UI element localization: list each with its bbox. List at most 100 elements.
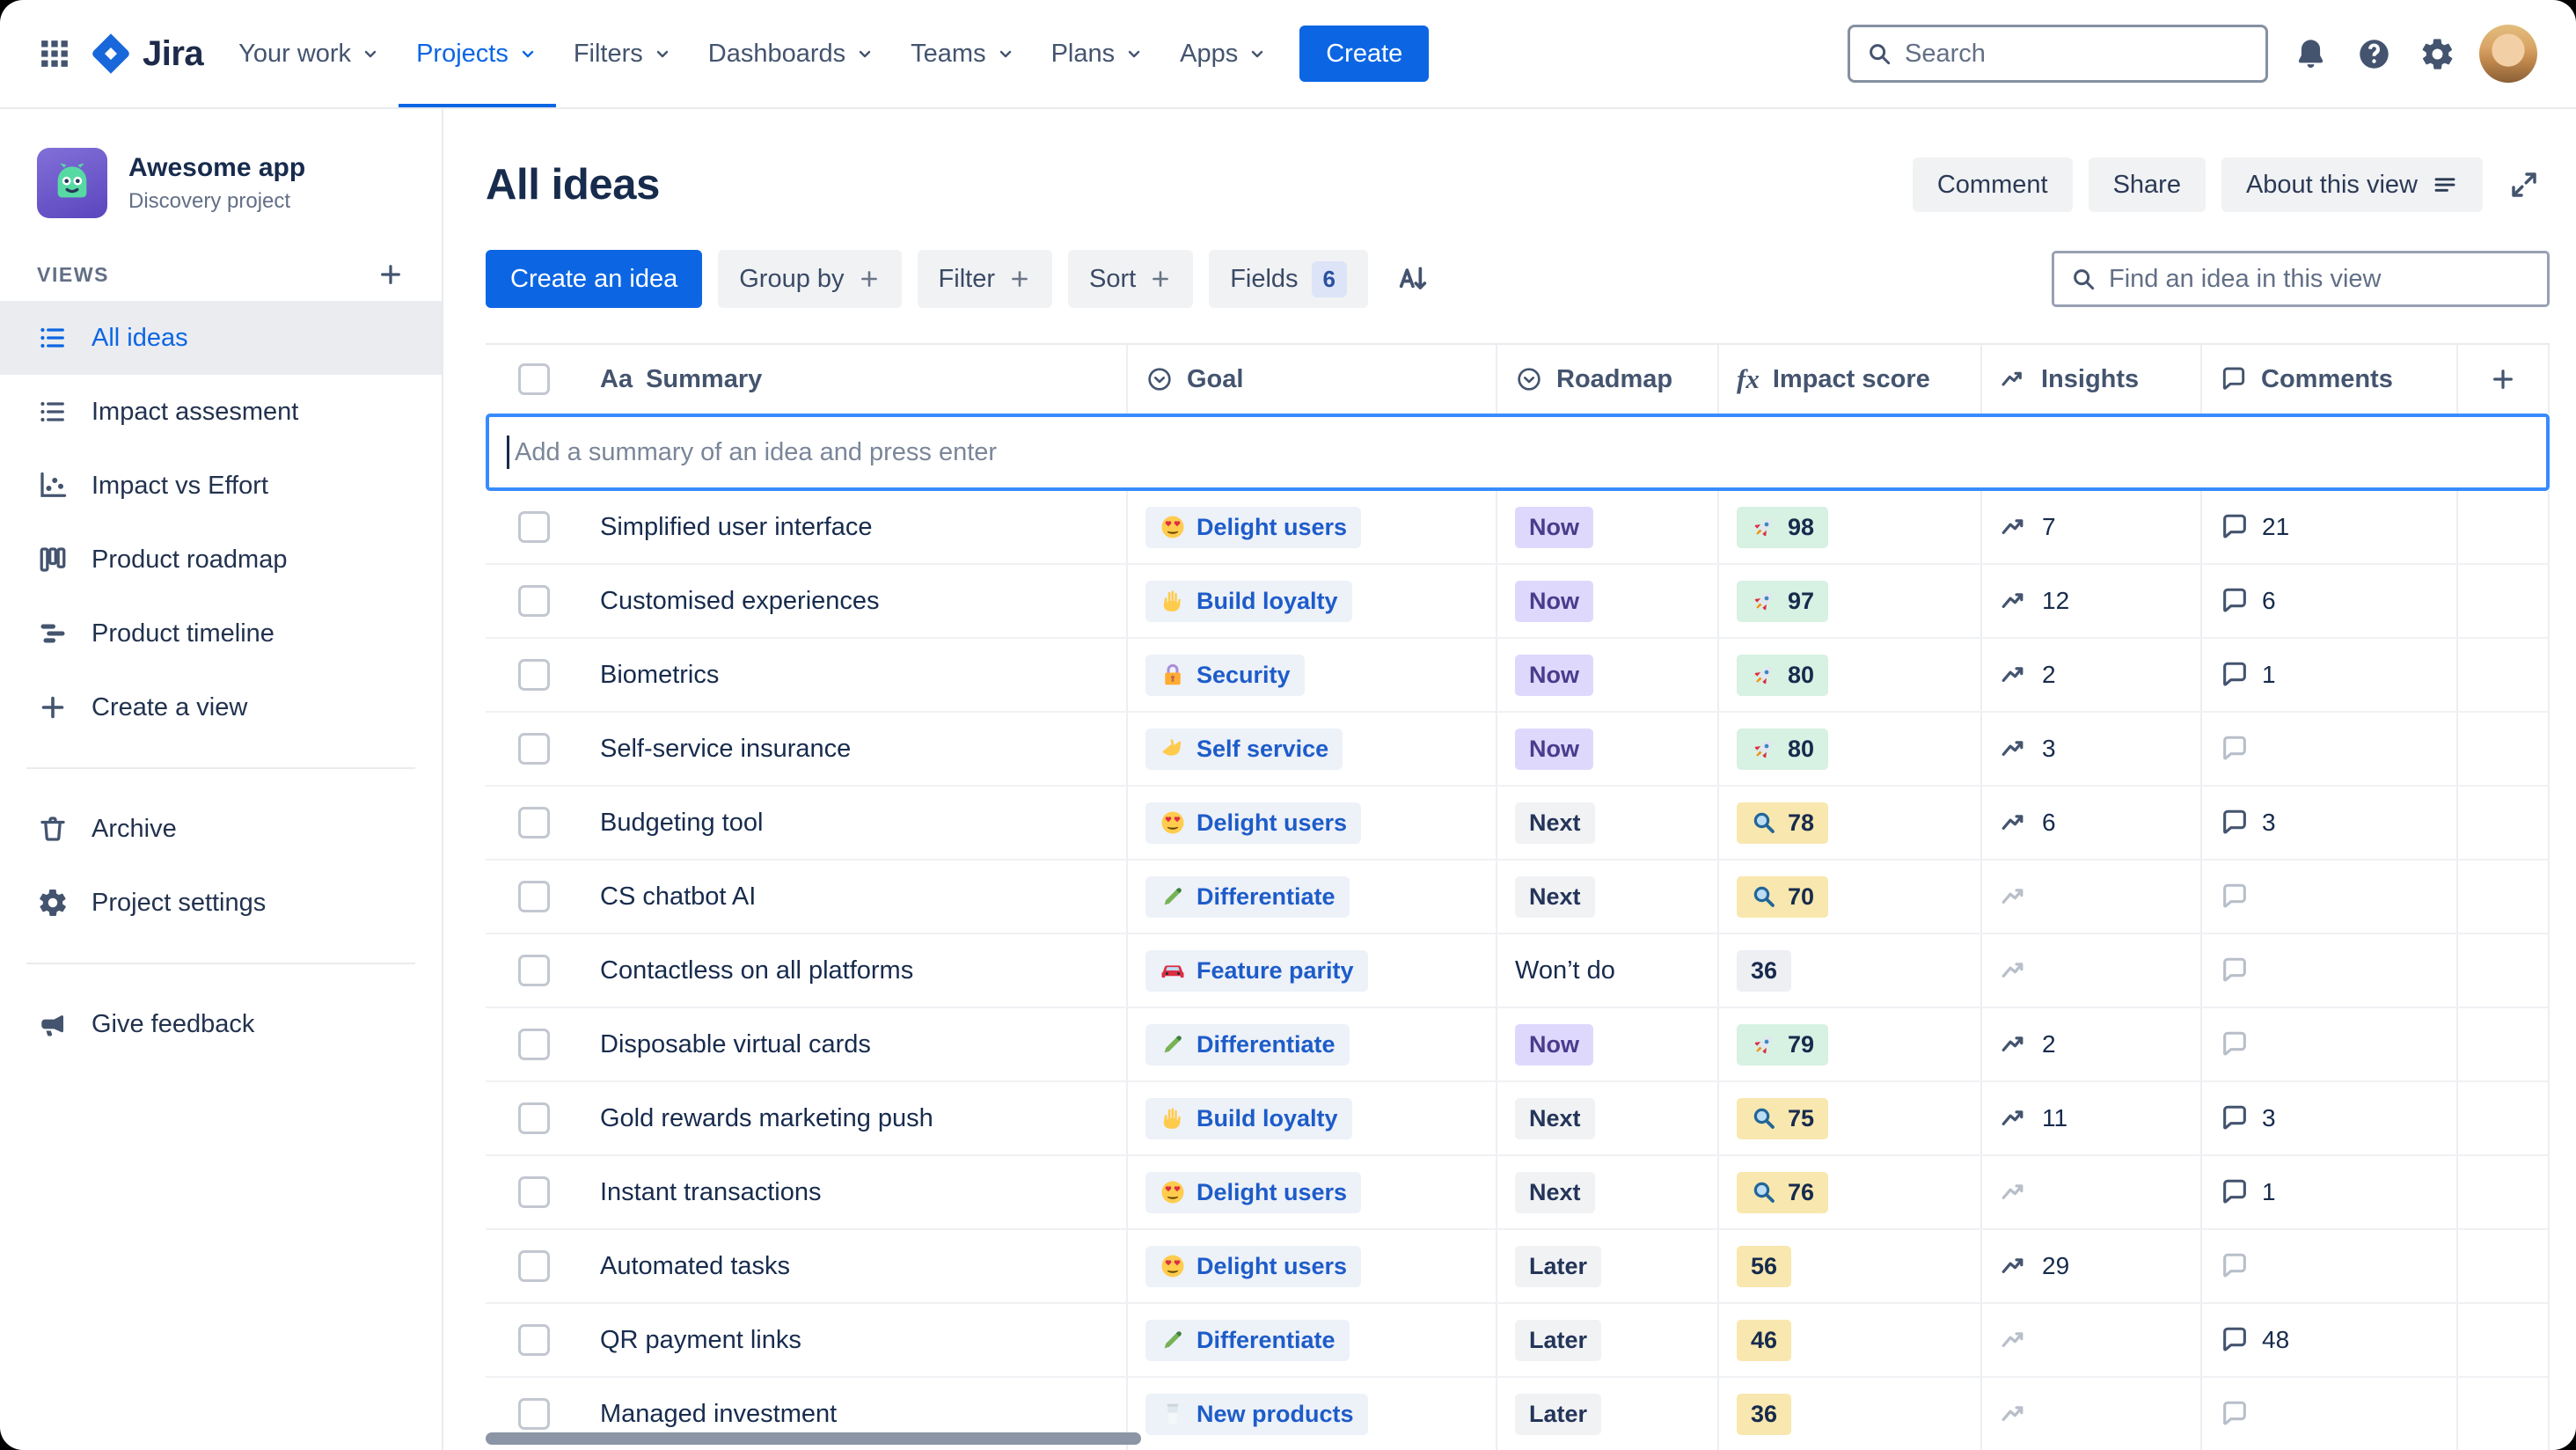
find-idea-search[interactable] [2052, 251, 2550, 307]
impact-score-badge[interactable]: 79 [1737, 1023, 1829, 1066]
column-header-summary[interactable]: Aa Summary [582, 345, 1126, 414]
table-row[interactable]: Automated tasks Delight users Later 56 2… [486, 1230, 2550, 1304]
idea-summary[interactable]: Disposable virtual cards [600, 1030, 871, 1059]
roadmap-badge[interactable]: Next [1515, 1171, 1595, 1213]
goal-badge[interactable]: Feature parity [1145, 949, 1368, 992]
roadmap-badge[interactable]: Now [1515, 728, 1593, 770]
impact-score-badge[interactable]: 80 [1737, 728, 1829, 770]
roadmap-badge[interactable]: Later [1515, 1393, 1602, 1435]
insights-cell[interactable]: 3 [1980, 713, 2200, 785]
app-switcher-button[interactable] [26, 26, 83, 82]
idea-summary[interactable]: Self-service insurance [600, 735, 851, 764]
filter-button[interactable]: Filter [917, 250, 1052, 308]
nav-apps[interactable]: Apps [1162, 0, 1285, 107]
row-checkbox[interactable] [518, 585, 550, 617]
settings-button[interactable] [2416, 33, 2458, 75]
idea-summary[interactable]: QR payment links [600, 1326, 801, 1355]
comments-cell[interactable]: 21 [2200, 491, 2456, 563]
insights-cell[interactable] [1980, 1156, 2200, 1228]
impact-score-badge[interactable]: 56 [1737, 1245, 1792, 1287]
impact-score-badge[interactable]: 76 [1737, 1171, 1829, 1213]
column-header-insights[interactable]: Insights [1980, 345, 2200, 414]
add-idea-input[interactable]: Add a summary of an idea and press enter [486, 414, 2550, 491]
goal-badge[interactable]: Delight users [1145, 802, 1362, 844]
goal-badge[interactable]: Build loyalty [1145, 580, 1352, 622]
impact-score-badge[interactable]: 36 [1737, 1393, 1792, 1435]
idea-summary[interactable]: Automated tasks [600, 1252, 790, 1281]
goal-badge[interactable]: Self service [1145, 728, 1343, 770]
insights-cell[interactable]: 7 [1980, 491, 2200, 563]
impact-score-badge[interactable]: 46 [1737, 1319, 1792, 1361]
sort-button[interactable]: Sort [1068, 250, 1194, 308]
comments-cell[interactable] [2200, 1230, 2456, 1302]
row-checkbox[interactable] [518, 881, 550, 912]
row-checkbox[interactable] [518, 1324, 550, 1356]
idea-summary[interactable]: Customised experiences [600, 587, 880, 616]
row-checkbox[interactable] [518, 1250, 550, 1282]
insights-cell[interactable]: 2 [1980, 639, 2200, 711]
sidebar-item-impact-vs-effort[interactable]: Impact vs Effort [0, 449, 442, 523]
comments-cell[interactable]: 1 [2200, 1156, 2456, 1228]
goal-badge[interactable]: Delight users [1145, 1171, 1362, 1213]
roadmap-badge[interactable]: Later [1515, 1245, 1602, 1287]
comments-cell[interactable] [2200, 713, 2456, 785]
project-header[interactable]: Awesome app Discovery project [0, 148, 442, 218]
row-checkbox[interactable] [518, 733, 550, 765]
roadmap-badge[interactable]: Won’t do [1515, 956, 1615, 985]
comments-cell[interactable]: 1 [2200, 639, 2456, 711]
roadmap-badge[interactable]: Next [1515, 802, 1595, 844]
nav-filters[interactable]: Filters [556, 0, 691, 107]
fullscreen-button[interactable] [2499, 159, 2550, 210]
insights-cell[interactable] [1980, 860, 2200, 933]
sidebar-item-create-a-view[interactable]: Create a view [0, 670, 442, 744]
sort-alphabetical-button[interactable] [1384, 250, 1442, 308]
sidebar-item-all-ideas[interactable]: All ideas [0, 301, 442, 375]
nav-plans[interactable]: Plans [1034, 0, 1163, 107]
insights-cell[interactable]: 12 [1980, 565, 2200, 637]
impact-score-badge[interactable]: 36 [1737, 949, 1792, 992]
user-avatar[interactable] [2479, 25, 2537, 83]
select-all-checkbox[interactable] [518, 363, 550, 395]
idea-summary[interactable]: CS chatbot AI [600, 882, 756, 912]
insights-cell[interactable]: 11 [1980, 1082, 2200, 1154]
comments-cell[interactable]: 3 [2200, 787, 2456, 859]
goal-badge[interactable]: Differentiate [1145, 1023, 1350, 1066]
goal-badge[interactable]: New products [1145, 1393, 1368, 1435]
about-this-view-button[interactable]: About this view [2221, 157, 2483, 212]
impact-score-badge[interactable]: 75 [1737, 1097, 1829, 1139]
table-row[interactable]: Self-service insurance Self service Now … [486, 713, 2550, 787]
roadmap-badge[interactable]: Now [1515, 580, 1593, 622]
share-button[interactable]: Share [2088, 157, 2206, 212]
insights-cell[interactable]: 29 [1980, 1230, 2200, 1302]
comments-cell[interactable]: 6 [2200, 565, 2456, 637]
goal-badge[interactable]: Differentiate [1145, 1319, 1350, 1361]
table-row[interactable]: CS chatbot AI Differentiate Next 70 [486, 860, 2550, 934]
row-checkbox[interactable] [518, 511, 550, 543]
idea-summary[interactable]: Gold rewards marketing push [600, 1104, 933, 1133]
fields-button[interactable]: Fields 6 [1209, 250, 1369, 308]
comments-cell[interactable] [2200, 934, 2456, 1007]
row-checkbox[interactable] [518, 1176, 550, 1208]
impact-score-badge[interactable]: 70 [1737, 875, 1829, 918]
comments-cell[interactable] [2200, 860, 2456, 933]
goal-badge[interactable]: Build loyalty [1145, 1097, 1352, 1139]
table-row[interactable]: Contactless on all platforms Feature par… [486, 934, 2550, 1008]
insights-cell[interactable] [1980, 1378, 2200, 1450]
nav-dashboards[interactable]: Dashboards [691, 0, 893, 107]
row-checkbox[interactable] [518, 659, 550, 691]
comment-button[interactable]: Comment [1912, 157, 2073, 212]
column-header-roadmap[interactable]: Roadmap [1496, 345, 1717, 414]
notifications-button[interactable] [2289, 33, 2331, 75]
table-row[interactable]: Budgeting tool Delight users Next 78 6 3 [486, 787, 2550, 860]
create-idea-button[interactable]: Create an idea [486, 250, 703, 308]
roadmap-badge[interactable]: Later [1515, 1319, 1602, 1361]
horizontal-scrollbar[interactable] [486, 1432, 1141, 1445]
sidebar-item-impact-assesment[interactable]: Impact assesment [0, 375, 442, 449]
row-checkbox[interactable] [518, 1029, 550, 1060]
idea-summary[interactable]: Biometrics [600, 661, 719, 690]
create-button[interactable]: Create [1299, 26, 1430, 82]
table-row[interactable]: Simplified user interface Delight users … [486, 491, 2550, 565]
add-column-button[interactable] [2489, 365, 2517, 393]
column-header-impact-score[interactable]: fx Impact score [1717, 345, 1980, 414]
insights-cell[interactable] [1980, 934, 2200, 1007]
